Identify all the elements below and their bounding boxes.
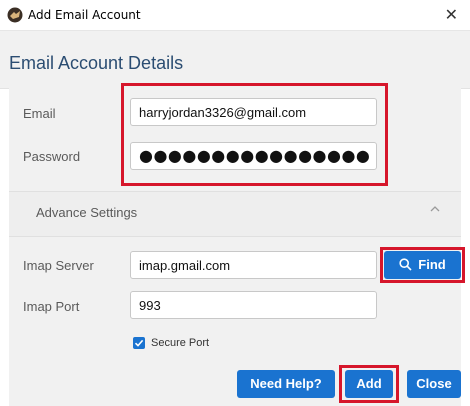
need-help-button[interactable]: Need Help? <box>237 370 335 398</box>
secure-port-label: Secure Port <box>151 337 210 349</box>
dialog-header: Email Account Details <box>0 31 470 89</box>
highlight-box-add <box>339 365 399 403</box>
imap-port-field[interactable]: 993 <box>130 291 377 319</box>
app-icon <box>7 7 23 23</box>
highlight-box-find <box>380 247 465 283</box>
advanced-settings-panel[interactable]: Advance Settings <box>9 191 461 237</box>
imap-server-label: Imap Server <box>23 258 94 273</box>
imap-port-label: Imap Port <box>23 299 80 314</box>
window-title: Add Email Account <box>28 8 141 22</box>
close-icon[interactable]: ✕ <box>445 5 458 24</box>
imap-server-field[interactable]: imap.gmail.com <box>130 251 377 279</box>
chevron-up-icon[interactable] <box>430 204 440 214</box>
advanced-settings-label: Advance Settings <box>36 205 138 220</box>
secure-port-checkbox[interactable] <box>133 337 145 349</box>
email-label: Email <box>23 106 56 121</box>
checkbox-check-icon <box>134 339 144 347</box>
highlight-box-credentials <box>121 83 388 186</box>
password-label: Password <box>23 149 81 164</box>
title-bar: Add Email Account ✕ <box>0 0 470 31</box>
close-button[interactable]: Close <box>407 370 461 398</box>
page-title: Email Account Details <box>9 53 184 73</box>
